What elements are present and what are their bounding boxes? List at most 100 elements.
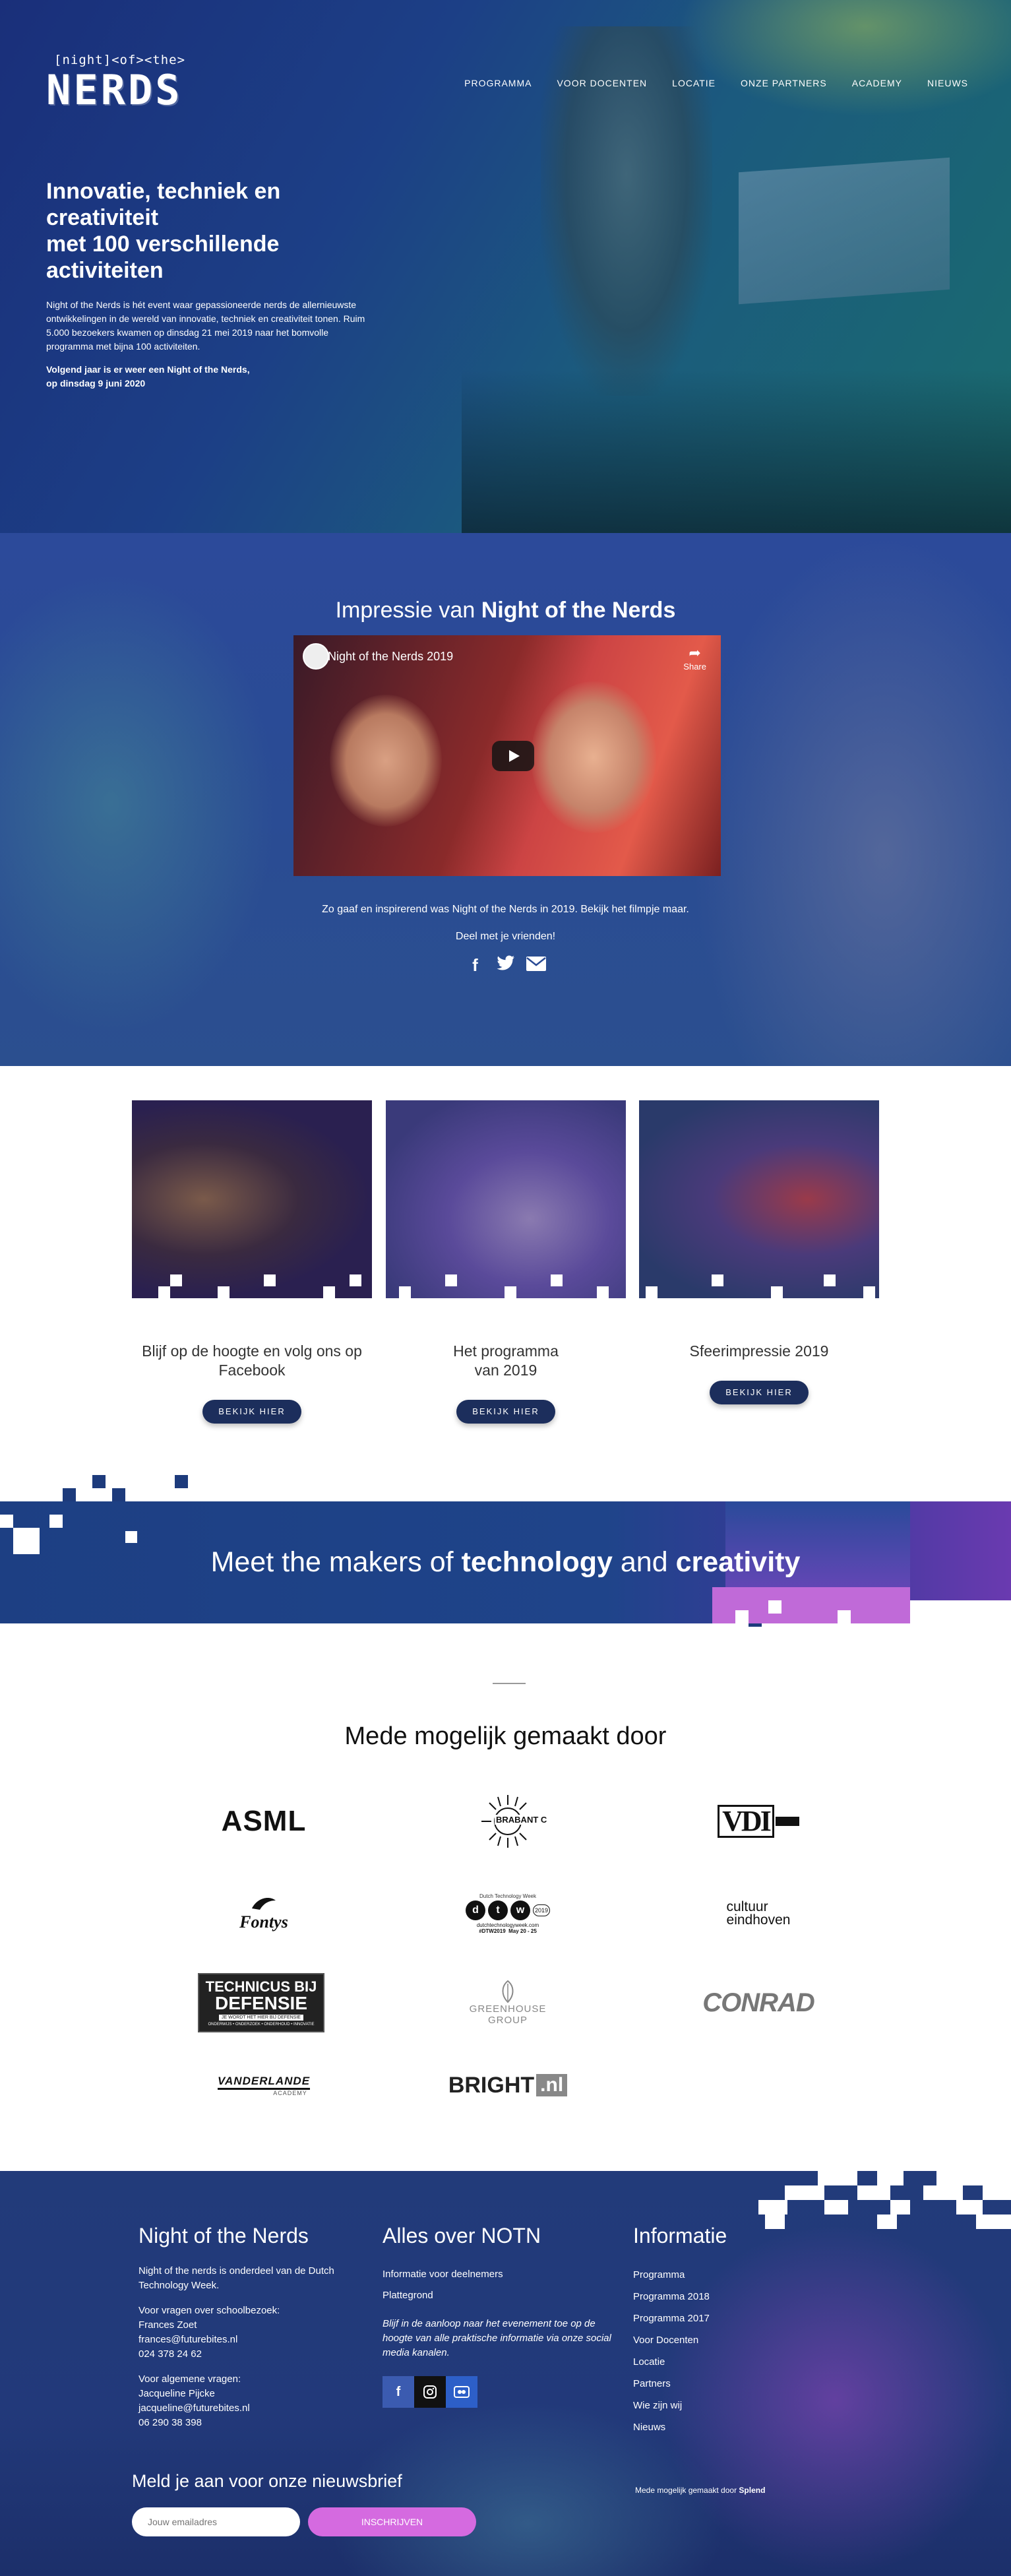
sponsor-greenhouse-logo[interactable]: GREENHOUSE GROUP: [435, 1970, 580, 2036]
channel-avatar[interactable]: [303, 643, 329, 670]
newsletter-row: INSCHRIJVEN: [132, 2507, 476, 2536]
card-image-sfeerimpressie[interactable]: [639, 1100, 879, 1298]
twitter-icon[interactable]: [495, 955, 516, 976]
bekijk-hier-button[interactable]: BEKIJK HIER: [202, 1400, 301, 1424]
nav-academy[interactable]: ACADEMY: [852, 78, 902, 88]
sponsor-vdi-logo[interactable]: VDI: [686, 1795, 831, 1848]
nav-nieuws[interactable]: NIEUWS: [927, 78, 968, 88]
site-logo[interactable]: [night]<of><the> NERDS: [46, 53, 185, 111]
sponsor-cultuur-eindhoven-logo[interactable]: cultuur eindhoven: [686, 1884, 831, 1943]
pixel-decoration: [758, 2200, 787, 2215]
nav-locatie[interactable]: LOCATIE: [672, 78, 716, 88]
banner-title: Meet the makers of technology and creati…: [0, 1546, 1011, 1579]
sponsor-defensie-logo[interactable]: TECHNICUS BIJ DEFENSIE JE WORDT HET HIER…: [198, 1973, 324, 2032]
nav-onze-partners[interactable]: ONZE PARTNERS: [741, 78, 827, 88]
sponsor-dtw-logo[interactable]: Dutch Technology Week d t w 2019 dutchte…: [435, 1881, 580, 1947]
footer-link-nieuws[interactable]: Nieuws: [633, 2416, 798, 2438]
footer-link-docenten[interactable]: Voor Docenten: [633, 2329, 798, 2351]
card-programma: Het programma van 2019 BEKIJK HIER: [386, 1100, 626, 1424]
hero-next-event: Volgend jaar is er weer een Night of the…: [46, 363, 376, 391]
pixel-decoration: [158, 1286, 170, 1298]
pixel-decoration: [112, 1488, 125, 1501]
footer-col-informatie: Informatie Programma Programma 2018 Prog…: [633, 2224, 798, 2438]
card-image-facebook[interactable]: [132, 1100, 372, 1298]
sponsor-asml-logo[interactable]: ASML: [191, 1795, 336, 1848]
pixel-decoration: [597, 1286, 609, 1298]
footer-link-partners[interactable]: Partners: [633, 2373, 798, 2395]
greenhouse-line1: GREENHOUSE: [469, 2003, 547, 2015]
video-player[interactable]: Night of the Nerds 2019 ➦ Share: [293, 635, 721, 876]
subscribe-button[interactable]: INSCHRIJVEN: [308, 2507, 476, 2536]
play-button[interactable]: [492, 741, 534, 771]
footer-general-email[interactable]: jacqueline@futurebites.nl: [138, 2401, 336, 2416]
video-share-button[interactable]: ➦ Share: [683, 644, 706, 672]
footer-link-wie-zijn-wij[interactable]: Wie zijn wij: [633, 2395, 798, 2416]
pixel-decoration: [92, 1475, 106, 1488]
flickr-icon[interactable]: [446, 2376, 477, 2408]
pixel-decoration: [771, 1286, 783, 1298]
impressie-description: Zo gaaf en inspirerend was Night of the …: [322, 904, 689, 915]
pixel-decoration: [976, 2215, 1011, 2229]
pixel-decoration: [956, 2200, 983, 2215]
impressie-title-bold: Night of the Nerds: [481, 598, 676, 623]
hero-crowd-image: [462, 369, 1011, 533]
footer-general-phone[interactable]: 06 290 38 398: [138, 2416, 336, 2430]
nav-voor-docenten[interactable]: VOOR DOCENTEN: [557, 78, 647, 88]
pixel-decoration: [551, 1274, 563, 1286]
footer-school-phone[interactable]: 024 378 24 62: [138, 2347, 336, 2362]
video-face-left: [330, 695, 442, 827]
impressie-section: Impressie van Night of the Nerds Night o…: [0, 533, 1011, 1066]
logo-small-text: [night]<of><the>: [54, 53, 186, 67]
footer-link-programma-2017[interactable]: Programma 2017: [633, 2308, 798, 2329]
footer-link-programma-2018[interactable]: Programma 2018: [633, 2286, 798, 2308]
pixel-decoration: [785, 2185, 824, 2200]
dtw-tag: #DTW2019 May 20 - 25: [479, 1928, 537, 1934]
footer-link-deelnemers[interactable]: Informatie voor deelnemers: [383, 2264, 613, 2285]
footer-school-email[interactable]: frances@futurebites.nl: [138, 2333, 336, 2347]
sponsor-brabantc-logo[interactable]: BRABANT C: [435, 1788, 580, 1854]
video-share-label: Share: [683, 662, 706, 672]
nav-programma[interactable]: PROGRAMMA: [464, 78, 532, 88]
footer-col-title: Alles over NOTN: [383, 2224, 541, 2247]
pixel-decoration: [170, 1274, 182, 1286]
bekijk-hier-button[interactable]: BEKIJK HIER: [456, 1400, 555, 1424]
vanderlande-line1: VANDERLANDE: [217, 2075, 311, 2090]
banner-bold: creativity: [675, 1546, 801, 1578]
banner-plain: Meet the makers of: [210, 1546, 462, 1578]
card-image-programma[interactable]: [386, 1100, 626, 1298]
footer-link-locatie[interactable]: Locatie: [633, 2351, 798, 2373]
sponsor-bright-logo[interactable]: BRIGHT .nl: [439, 2059, 577, 2112]
footer-link-plattegrond[interactable]: Plattegrond: [383, 2285, 613, 2306]
defensie-line3: JE WORDT HET HIER BIJ DEFENSIE: [219, 2014, 303, 2021]
dtw-t: t: [488, 1901, 508, 1920]
pixel-decoration: [877, 2171, 904, 2185]
instagram-icon[interactable]: [414, 2376, 446, 2408]
cultuur-line: eindhoven: [726, 1912, 791, 1928]
sponsor-vanderlande-logo[interactable]: VANDERLANDE ACADEMY: [191, 2059, 336, 2112]
card-caption: Het programma van 2019: [386, 1342, 626, 1380]
bekijk-hier-button[interactable]: BEKIJK HIER: [710, 1381, 809, 1404]
hero-next-line: Volgend jaar is er weer een Night of the…: [46, 364, 250, 375]
sponsor-fontys-logo[interactable]: Fontys: [191, 1884, 336, 1943]
footer-link-programma[interactable]: Programma: [633, 2264, 798, 2286]
video-title[interactable]: Night of the Nerds 2019: [328, 650, 453, 664]
dtw-d: d: [466, 1901, 485, 1920]
card-caption-line: Facebook: [218, 1362, 286, 1379]
sponsors-section: Mede mogelijk gemaakt door ASML BRABANT …: [0, 1627, 1011, 2171]
made-by-brand[interactable]: Splend: [739, 2486, 765, 2495]
footer-col-alles: Alles over NOTN Informatie voor deelneme…: [383, 2224, 613, 2408]
share-arrow-icon: ➦: [689, 644, 701, 661]
pixel-decoration: [445, 1274, 457, 1286]
envelope-icon[interactable]: [526, 955, 547, 976]
vdi-text: VDI: [718, 1805, 774, 1838]
pixel-decoration: [0, 1515, 13, 1528]
card-caption-line: Sfeerimpressie 2019: [689, 1342, 829, 1360]
newsletter-email-input[interactable]: [132, 2507, 300, 2536]
pixel-decoration: [936, 2171, 1011, 2185]
facebook-icon[interactable]: f: [383, 2376, 414, 2408]
pixel-decoration: [910, 1600, 1011, 1623]
facebook-icon[interactable]: f: [465, 955, 486, 976]
hero-section: [night]<of><the> NERDS PROGRAMMA VOOR DO…: [0, 0, 1011, 533]
dtw-url: dutchtechnologyweek.com: [476, 1922, 539, 1928]
sponsor-conrad-logo[interactable]: CONRAD: [686, 1973, 831, 2032]
